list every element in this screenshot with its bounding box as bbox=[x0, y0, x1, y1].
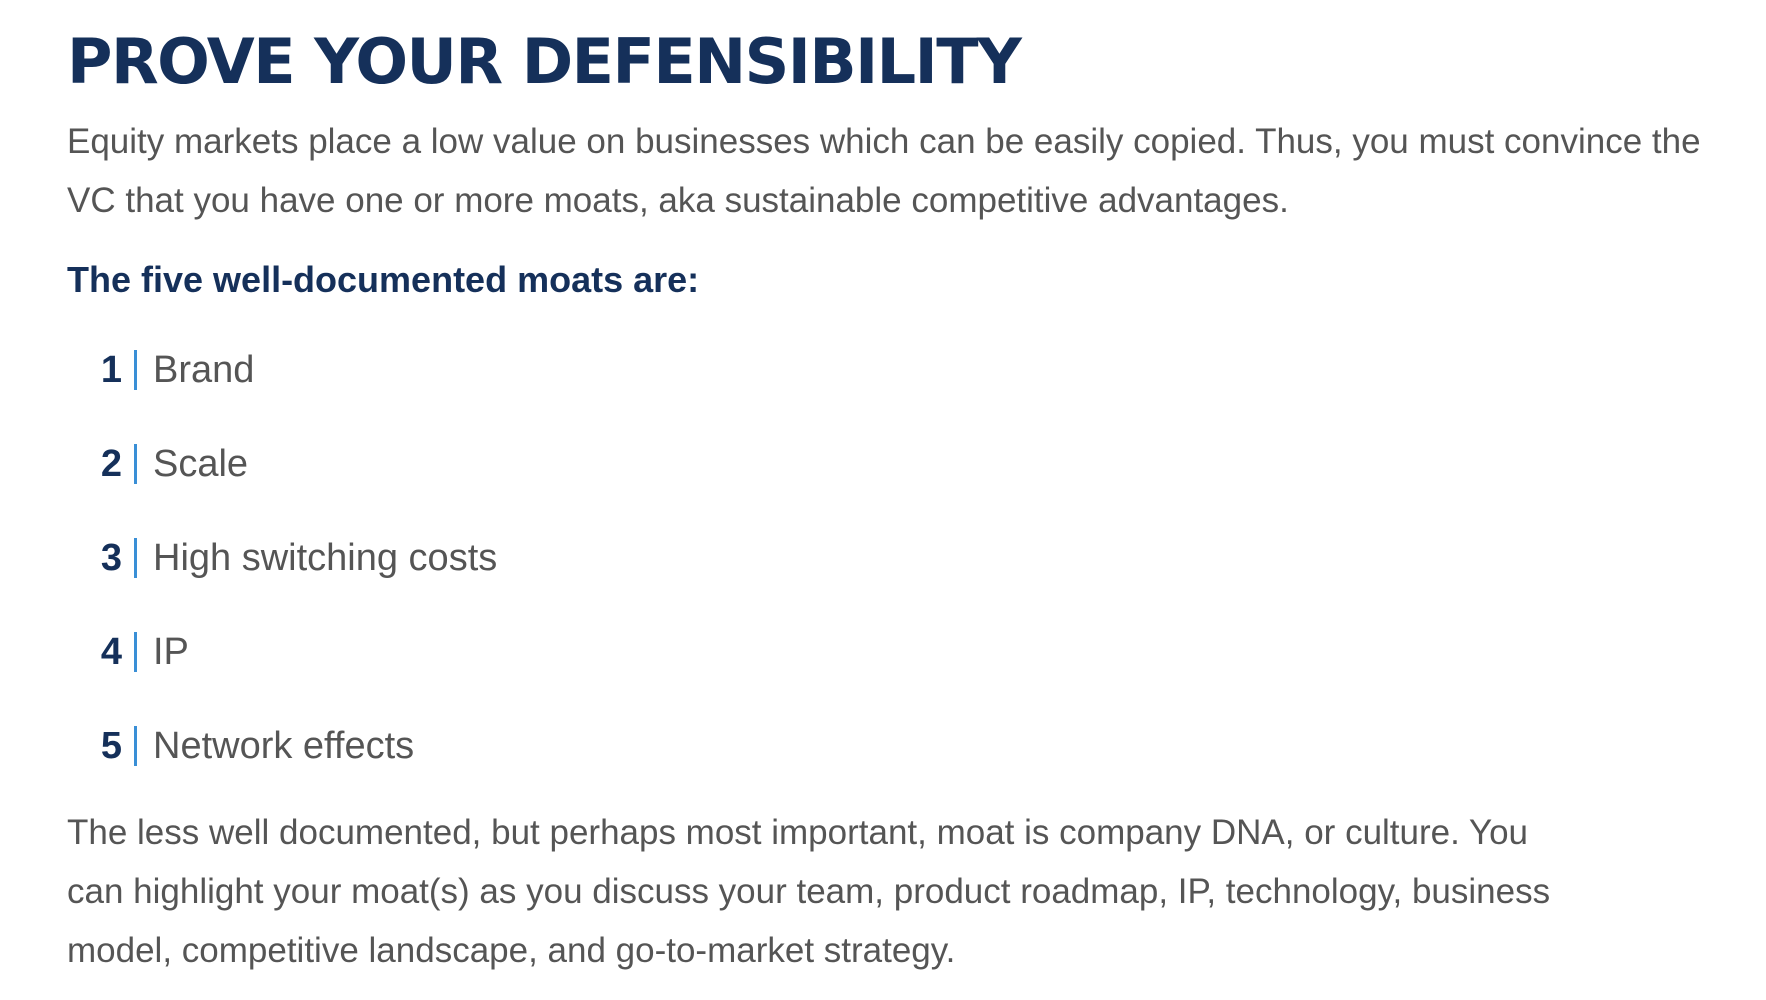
moat-number: 1 bbox=[100, 348, 122, 391]
separator-bar bbox=[134, 538, 137, 578]
moat-number: 4 bbox=[100, 630, 122, 673]
outro-paragraph: The less well documented, but perhaps mo… bbox=[67, 813, 1551, 970]
separator-bar bbox=[134, 350, 137, 390]
moat-label: Network effects bbox=[153, 724, 415, 767]
document-page: PROVE YOUR DEFENSIBILITY Equity markets … bbox=[0, 0, 1766, 1000]
moat-label: High switching costs bbox=[153, 536, 498, 579]
list-item: 5 Network effects bbox=[67, 699, 1766, 793]
list-item: 1 Brand bbox=[67, 323, 1766, 417]
moat-label: Brand bbox=[153, 348, 255, 391]
moat-label: IP bbox=[153, 630, 189, 673]
moat-list: 1 Brand 2 Scale 3 High switching costs 4… bbox=[67, 323, 1766, 793]
list-item: 2 Scale bbox=[67, 417, 1766, 511]
moats-subheading: The five well-documented moats are: bbox=[67, 259, 700, 300]
separator-bar bbox=[134, 726, 137, 766]
page-title: PROVE YOUR DEFENSIBILITY bbox=[67, 25, 1022, 98]
moat-number: 5 bbox=[100, 724, 122, 767]
moat-number: 3 bbox=[100, 536, 122, 579]
moat-number: 2 bbox=[100, 442, 122, 485]
intro-paragraph: Equity markets place a low value on busi… bbox=[67, 122, 1701, 220]
separator-bar bbox=[134, 632, 137, 672]
list-item: 4 IP bbox=[67, 605, 1766, 699]
separator-bar bbox=[134, 444, 137, 484]
list-item: 3 High switching costs bbox=[67, 511, 1766, 605]
moat-label: Scale bbox=[153, 442, 249, 485]
